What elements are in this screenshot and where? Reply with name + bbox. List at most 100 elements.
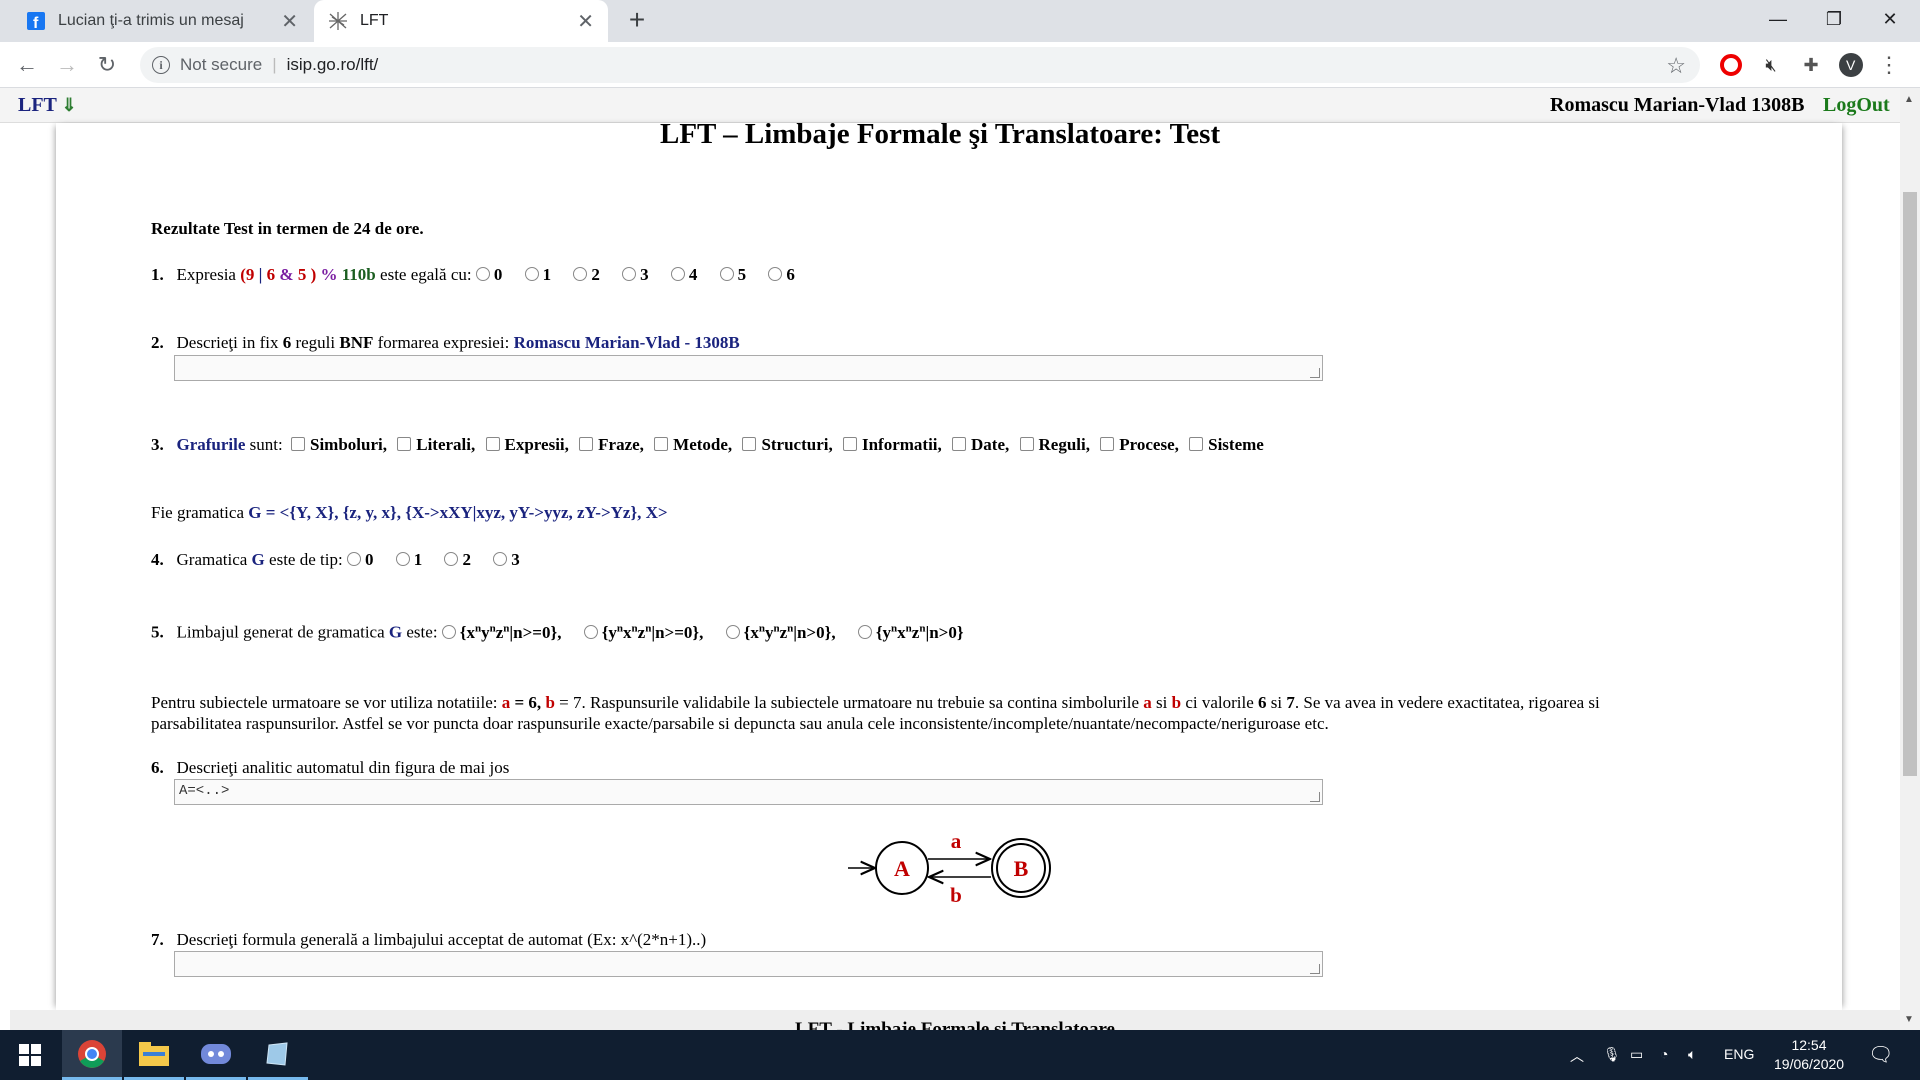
minimize-button[interactable]: — bbox=[1750, 0, 1806, 38]
bookmark-star-icon[interactable]: ☆ bbox=[1666, 53, 1686, 79]
new-tab-button[interactable]: + bbox=[622, 6, 652, 36]
radio-button[interactable] bbox=[719, 267, 734, 281]
radio-button[interactable] bbox=[441, 624, 456, 639]
radio-option[interactable]: 0 bbox=[475, 265, 502, 284]
checkbox-option[interactable]: Metode, bbox=[654, 435, 732, 454]
menu-kebab-icon[interactable]: ⋮ bbox=[1876, 52, 1902, 78]
checkbox[interactable] bbox=[1019, 437, 1034, 451]
profile-avatar[interactable]: V bbox=[1838, 52, 1864, 78]
reload-icon[interactable]: ↻ bbox=[92, 50, 122, 80]
windows-start-icon[interactable] bbox=[0, 1030, 60, 1080]
option-label: Reguli, bbox=[1038, 435, 1090, 454]
radio-button[interactable] bbox=[395, 552, 410, 566]
checkbox-option[interactable]: Literali, bbox=[397, 435, 475, 454]
close-tab-icon[interactable]: ✕ bbox=[577, 9, 594, 34]
tab-facebook[interactable]: f Lucian ţi-a trimis un mesaj ✕ bbox=[12, 0, 312, 42]
mute-tab-icon[interactable]: 🔇︎ bbox=[1758, 52, 1784, 78]
radio-button[interactable] bbox=[493, 552, 508, 566]
radio-button[interactable] bbox=[524, 267, 539, 281]
checkbox[interactable] bbox=[654, 437, 669, 451]
radio-option[interactable]: 0 bbox=[346, 550, 373, 569]
radio-option[interactable]: {xnynzn|n>=0}, bbox=[441, 622, 561, 642]
scroll-down-icon[interactable]: ▼ bbox=[1904, 1014, 1914, 1025]
radio-option[interactable]: 1 bbox=[524, 265, 552, 284]
checkbox[interactable] bbox=[1189, 437, 1204, 451]
radio-button[interactable] bbox=[768, 267, 783, 281]
checkbox[interactable] bbox=[485, 437, 500, 451]
resize-grip-icon[interactable] bbox=[1310, 792, 1320, 802]
q7-text: Descrieţi formula generală a limbajului … bbox=[176, 930, 707, 949]
volume-icon[interactable]: 🔈︎ bbox=[1688, 1046, 1696, 1063]
forward-icon[interactable]: → bbox=[52, 50, 82, 80]
radio-option[interactable]: 3 bbox=[493, 550, 520, 569]
resize-grip-icon[interactable] bbox=[1310, 368, 1320, 378]
checkbox-option[interactable]: Date, bbox=[952, 435, 1009, 454]
radio-option[interactable]: 2 bbox=[573, 265, 600, 284]
close-tab-icon[interactable]: ✕ bbox=[281, 9, 298, 34]
radio-button[interactable] bbox=[857, 624, 872, 639]
checkbox-option[interactable]: Informatii, bbox=[842, 435, 942, 454]
radio-option[interactable]: {xnynzn|n>0}, bbox=[725, 622, 836, 642]
radio-option[interactable]: {ynxnzn|n>=0}, bbox=[583, 622, 703, 642]
radio-button[interactable] bbox=[573, 267, 588, 281]
info-icon[interactable]: i bbox=[152, 56, 170, 74]
extensions-icon[interactable]: ✚ bbox=[1798, 52, 1824, 78]
checkbox[interactable] bbox=[1100, 437, 1115, 451]
checkbox-option[interactable]: Structuri, bbox=[742, 435, 833, 454]
checkbox-option[interactable]: Procese, bbox=[1100, 435, 1179, 454]
address-bar[interactable]: i Not secure | isip.go.ro/lft/ ☆ bbox=[140, 47, 1700, 83]
language-indicator[interactable]: ENG bbox=[1724, 1046, 1754, 1062]
scroll-up-icon[interactable]: ▲ bbox=[1904, 94, 1914, 105]
checkbox[interactable] bbox=[290, 437, 305, 451]
radio-option[interactable]: 2 bbox=[444, 550, 471, 569]
resize-grip-icon[interactable] bbox=[1310, 964, 1320, 974]
checkbox[interactable] bbox=[579, 437, 594, 451]
checkbox[interactable] bbox=[842, 437, 857, 451]
opera-extension-icon[interactable] bbox=[1718, 52, 1744, 78]
radio-option[interactable]: 6 bbox=[768, 265, 795, 284]
lft-logo-link[interactable]: LFT ⇓ bbox=[18, 94, 77, 117]
restore-button[interactable]: ❐ bbox=[1806, 0, 1862, 38]
tab-lft[interactable]: LFT ✕ bbox=[314, 0, 608, 42]
clock[interactable]: 12:54 19/06/2020 bbox=[1774, 1036, 1844, 1074]
q2-answer-textarea[interactable] bbox=[174, 355, 1323, 381]
microphone-icon[interactable]: 🎙︎ bbox=[1603, 1046, 1621, 1063]
back-icon[interactable]: ← bbox=[12, 50, 42, 80]
wifi-icon[interactable]: ◔ bbox=[1660, 1046, 1668, 1062]
discord-taskbar-icon[interactable] bbox=[186, 1030, 246, 1080]
checkbox[interactable] bbox=[742, 437, 757, 451]
checkbox-option[interactable]: Fraze, bbox=[579, 435, 644, 454]
radio-option[interactable]: {ynxnzn|n>0} bbox=[857, 622, 964, 642]
q7-answer-textarea[interactable] bbox=[174, 951, 1323, 977]
checkbox[interactable] bbox=[397, 437, 412, 451]
radio-button[interactable] bbox=[444, 552, 459, 566]
app-taskbar-icon[interactable] bbox=[248, 1030, 308, 1080]
radio-option[interactable]: 4 bbox=[670, 265, 697, 284]
scrollbar-thumb[interactable] bbox=[1903, 192, 1917, 776]
checkbox-option[interactable]: Sisteme bbox=[1189, 435, 1264, 454]
radio-button[interactable] bbox=[475, 267, 490, 281]
radio-button[interactable] bbox=[346, 552, 361, 566]
q6-answer-textarea[interactable]: A=<..> bbox=[174, 779, 1323, 805]
checkbox-option[interactable]: Reguli, bbox=[1019, 435, 1090, 454]
show-hidden-icons[interactable]: ︿ bbox=[1570, 1046, 1584, 1066]
checkbox-option[interactable]: Expresii, bbox=[485, 435, 569, 454]
radio-option[interactable]: 5 bbox=[719, 265, 746, 284]
file-explorer-taskbar-icon[interactable] bbox=[124, 1030, 184, 1080]
radio-button[interactable] bbox=[670, 267, 685, 281]
radio-button[interactable] bbox=[622, 267, 637, 281]
checkbox-option[interactable]: Simboluri, bbox=[290, 435, 387, 454]
close-window-button[interactable]: ✕ bbox=[1862, 0, 1918, 38]
question-number: 4. bbox=[151, 550, 164, 569]
chrome-taskbar-icon[interactable] bbox=[62, 1030, 122, 1080]
radio-button[interactable] bbox=[583, 624, 598, 639]
radio-button[interactable] bbox=[725, 624, 740, 639]
checkbox[interactable] bbox=[952, 437, 967, 451]
logout-link[interactable]: LogOut bbox=[1823, 94, 1890, 117]
notifications-icon[interactable]: 🗨︎ bbox=[1868, 1042, 1893, 1067]
q1-val-6: 6 bbox=[266, 265, 276, 284]
radio-option[interactable]: 1 bbox=[395, 550, 422, 569]
battery-icon[interactable]: ▭ bbox=[1630, 1046, 1643, 1063]
radio-option[interactable]: 3 bbox=[622, 265, 649, 284]
option-label: 1 bbox=[542, 265, 552, 284]
